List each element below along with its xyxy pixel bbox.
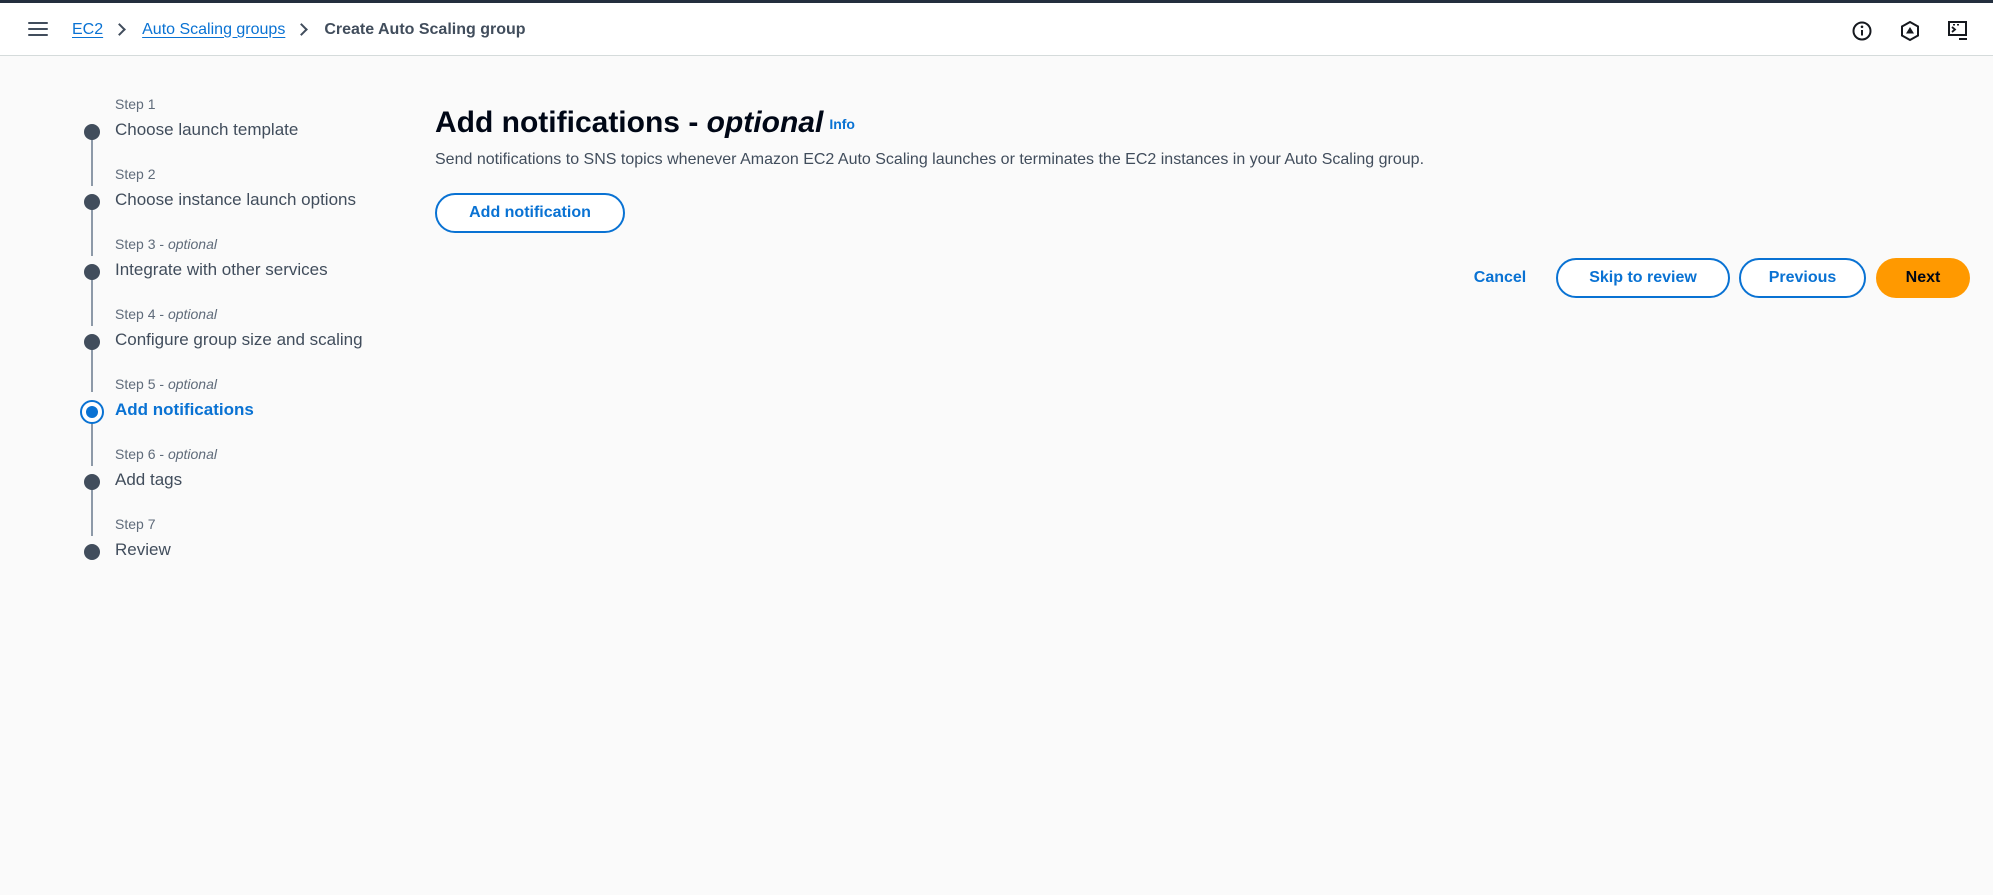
cloudshell-icon[interactable] <box>1947 20 1969 42</box>
chevron-right-icon <box>113 23 126 36</box>
step-title-review[interactable]: Review <box>115 540 171 560</box>
step-number: Step 2 <box>115 166 156 182</box>
page-description: Send notifications to SNS topics wheneve… <box>435 151 1425 168</box>
previous-button[interactable]: Previous <box>1739 258 1866 298</box>
header-icons <box>1833 3 1993 56</box>
step-dot <box>84 474 100 490</box>
top-header: EC2 Auto Scaling groups Create Auto Scal… <box>0 3 1993 56</box>
info-circle-icon[interactable] <box>1851 20 1873 42</box>
step-number: Step 3 - optional <box>115 236 217 252</box>
chevron-right-icon <box>295 23 309 36</box>
step-dot <box>84 194 100 210</box>
step-title-add-tags[interactable]: Add tags <box>115 470 182 490</box>
step-title-integrate-with-other-services[interactable]: Integrate with other services <box>115 260 328 280</box>
step-dot <box>84 264 100 280</box>
add-notification-button[interactable]: Add notification <box>435 193 625 233</box>
step-dot <box>84 334 100 350</box>
step-dot <box>84 544 100 560</box>
step-connector <box>91 272 93 326</box>
breadcrumb-ec2[interactable]: EC2 <box>72 21 103 39</box>
next-button[interactable]: Next <box>1876 258 1970 298</box>
info-link[interactable]: Info <box>829 116 855 132</box>
step-dot <box>84 124 100 140</box>
step-number: Step 1 <box>115 96 156 112</box>
step-title-configure-group-size[interactable]: Configure group size and scaling <box>115 330 363 350</box>
hamburger-menu-icon[interactable] <box>28 22 48 38</box>
step-connector <box>91 132 93 186</box>
step-number: Step 5 - optional <box>115 376 217 392</box>
breadcrumb: EC2 Auto Scaling groups Create Auto Scal… <box>72 3 526 56</box>
step-connector <box>91 202 93 256</box>
step-title-choose-launch-template[interactable]: Choose launch template <box>115 120 298 140</box>
step-number: Step 7 <box>115 516 156 532</box>
page-title: Add notifications - optional Info <box>435 106 855 139</box>
step-title-add-notifications[interactable]: Add notifications <box>115 400 254 420</box>
step-number: Step 4 - optional <box>115 306 217 322</box>
step-title-choose-instance-launch-options[interactable]: Choose instance launch options <box>115 190 356 210</box>
settings-hex-icon[interactable] <box>1899 20 1921 42</box>
skip-to-review-button[interactable]: Skip to review <box>1556 258 1730 298</box>
cancel-button[interactable]: Cancel <box>1455 258 1545 298</box>
breadcrumb-current: Create Auto Scaling group <box>324 20 526 38</box>
step-number: Step 6 - optional <box>115 446 217 462</box>
step-connector <box>91 482 93 536</box>
breadcrumb-auto-scaling-groups[interactable]: Auto Scaling groups <box>142 21 285 39</box>
step-dot-active <box>80 400 104 424</box>
